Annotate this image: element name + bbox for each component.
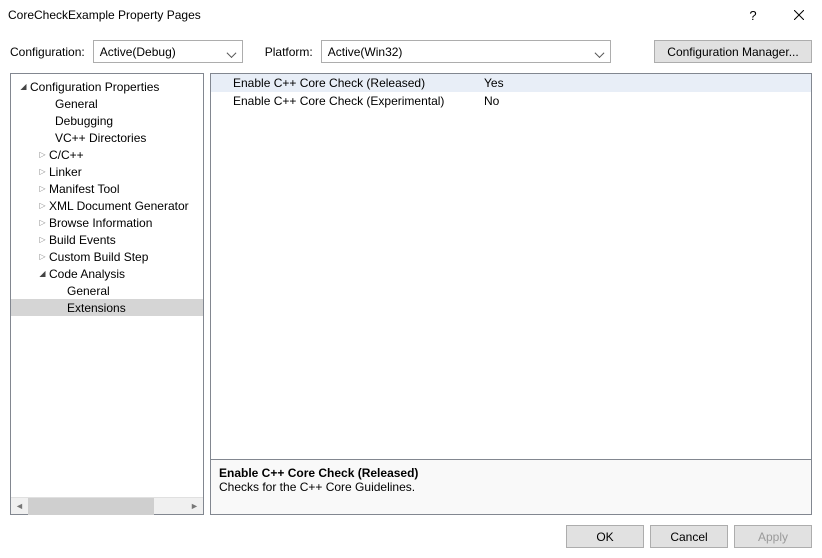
tree-item-ca-general[interactable]: General: [11, 282, 203, 299]
description-panel: Enable C++ Core Check (Released) Checks …: [210, 460, 812, 515]
property-row[interactable]: Enable C++ Core Check (Experimental) No: [211, 92, 811, 110]
configuration-dropdown[interactable]: Active(Debug): [93, 40, 243, 63]
property-value[interactable]: Yes: [478, 76, 504, 90]
expander-closed-icon[interactable]: [36, 201, 49, 210]
title-bar: CoreCheckExample Property Pages ?: [0, 0, 822, 30]
description-title: Enable C++ Core Check (Released): [219, 466, 803, 480]
config-row: Configuration: Active(Debug) Platform: A…: [0, 30, 822, 73]
expander-closed-icon[interactable]: [36, 167, 49, 176]
expander-closed-icon[interactable]: [36, 235, 49, 244]
chevron-down-icon: [228, 47, 238, 57]
tree-item-xml-docgen[interactable]: XML Document Generator: [11, 197, 203, 214]
window-title: CoreCheckExample Property Pages: [8, 8, 730, 22]
platform-dropdown[interactable]: Active(Win32): [321, 40, 611, 63]
tree-panel: Configuration Properties General Debuggi…: [10, 73, 204, 515]
close-button[interactable]: [776, 0, 822, 30]
tree-item-custombuild[interactable]: Custom Build Step: [11, 248, 203, 265]
platform-value: Active(Win32): [328, 45, 403, 59]
expander-closed-icon[interactable]: [36, 252, 49, 261]
scroll-right-icon[interactable]: ►: [186, 498, 203, 515]
property-value[interactable]: No: [478, 94, 499, 108]
ok-button[interactable]: OK: [566, 525, 644, 548]
expander-closed-icon[interactable]: [36, 184, 49, 193]
tree-root[interactable]: Configuration Properties: [11, 78, 203, 95]
property-name: Enable C++ Core Check (Experimental): [211, 94, 478, 108]
help-button[interactable]: ?: [730, 0, 776, 30]
tree-item-general[interactable]: General: [11, 95, 203, 112]
tree-item-ca-extensions[interactable]: Extensions: [11, 299, 203, 316]
scroll-track[interactable]: [28, 498, 186, 515]
expander-open-icon[interactable]: [17, 82, 30, 91]
tree-item-ccpp[interactable]: C/C++: [11, 146, 203, 163]
cancel-button[interactable]: Cancel: [650, 525, 728, 548]
expander-closed-icon[interactable]: [36, 218, 49, 227]
tree-item-linker[interactable]: Linker: [11, 163, 203, 180]
expander-open-icon[interactable]: [36, 269, 49, 278]
property-grid: Enable C++ Core Check (Released) Yes Ena…: [210, 73, 812, 460]
platform-label: Platform:: [265, 45, 313, 59]
dialog-buttons: OK Cancel Apply: [0, 519, 822, 558]
expander-closed-icon[interactable]: [36, 150, 49, 159]
tree-item-buildevents[interactable]: Build Events: [11, 231, 203, 248]
close-icon: [794, 10, 804, 20]
tree[interactable]: Configuration Properties General Debuggi…: [11, 74, 203, 497]
apply-button[interactable]: Apply: [734, 525, 812, 548]
property-row[interactable]: Enable C++ Core Check (Released) Yes: [211, 74, 811, 92]
tree-item-vcdirectories[interactable]: VC++ Directories: [11, 129, 203, 146]
description-text: Checks for the C++ Core Guidelines.: [219, 480, 803, 494]
tree-scrollbar-horizontal[interactable]: ◄ ►: [11, 497, 203, 514]
property-name: Enable C++ Core Check (Released): [211, 76, 478, 90]
scroll-thumb[interactable]: [28, 498, 154, 515]
configuration-value: Active(Debug): [100, 45, 176, 59]
configuration-manager-button[interactable]: Configuration Manager...: [654, 40, 812, 63]
tree-item-debugging[interactable]: Debugging: [11, 112, 203, 129]
chevron-down-icon: [596, 47, 606, 57]
tree-item-browseinfo[interactable]: Browse Information: [11, 214, 203, 231]
content-area: Configuration Properties General Debuggi…: [0, 73, 822, 519]
tree-item-codeanalysis[interactable]: Code Analysis: [11, 265, 203, 282]
scroll-left-icon[interactable]: ◄: [11, 498, 28, 515]
tree-item-manifest[interactable]: Manifest Tool: [11, 180, 203, 197]
right-panel: Enable C++ Core Check (Released) Yes Ena…: [210, 73, 812, 515]
configuration-label: Configuration:: [10, 45, 85, 59]
